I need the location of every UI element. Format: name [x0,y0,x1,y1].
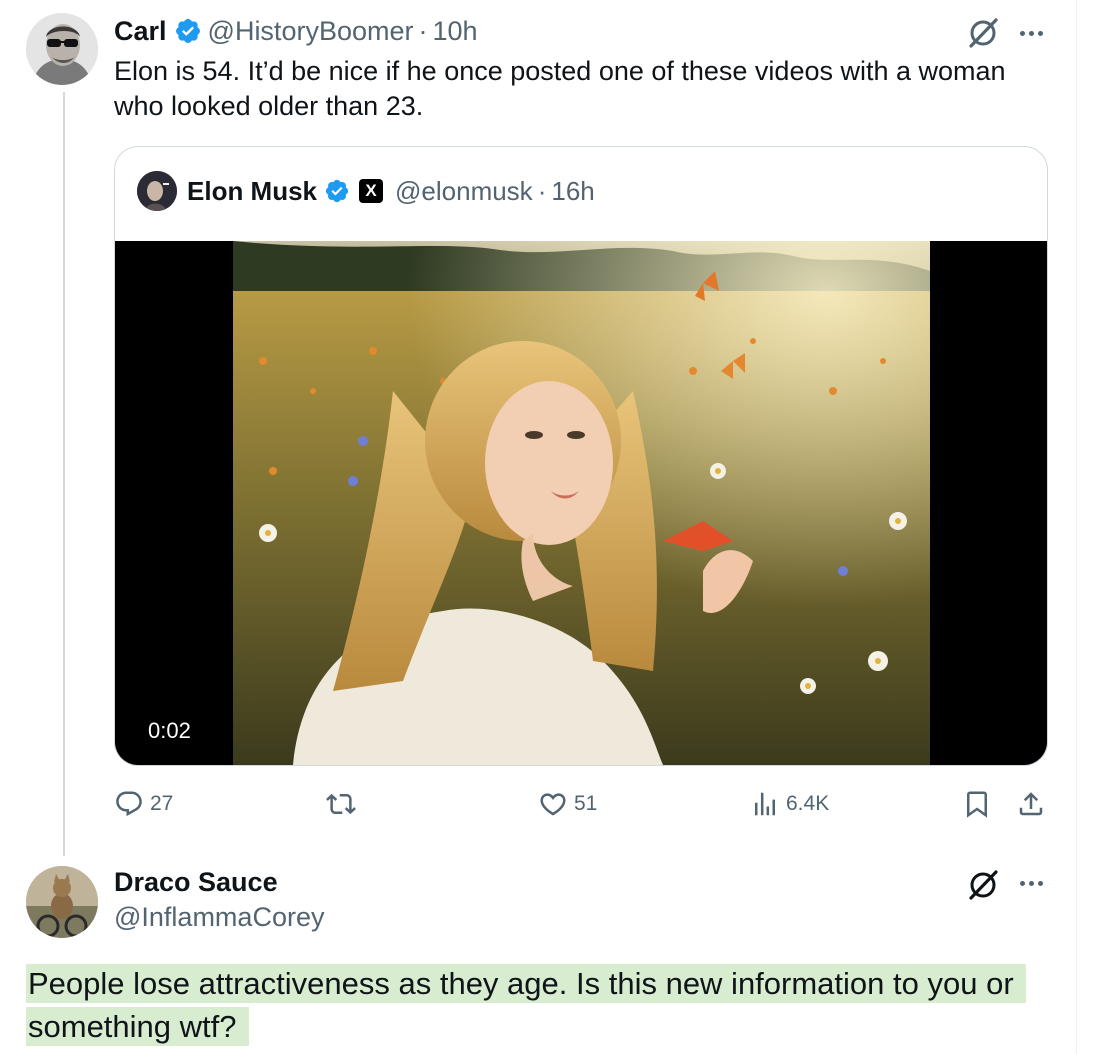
author-handle[interactable]: @HistoryBoomer [208,16,414,47]
video-player[interactable]: 0:02 [115,241,1047,765]
author-name[interactable]: Carl [114,16,167,47]
more-icon[interactable] [1014,16,1048,50]
quoted-author-name[interactable]: Elon Musk [187,176,317,207]
affiliate-x-badge[interactable]: X [359,179,384,203]
separator-dot: · [537,175,547,206]
thread-connector-line [63,92,65,856]
like-icon [540,793,566,816]
repost-button[interactable] [326,786,362,822]
reply-icon [116,791,142,817]
quoted-author-handle[interactable]: @elonmusk [395,176,533,207]
verified-badge-icon[interactable] [324,178,350,204]
tweet-text: Elon is 54. It’d be nice if he once post… [114,56,1006,121]
video-timestamp: 0:02 [137,713,202,749]
repost-icon [326,793,356,815]
reply-text: People lose attractiveness as they age. … [26,962,1046,1048]
quoted-tweet-header: Elon Musk X @elonmusk · 16h [137,171,595,211]
column-border [1076,0,1077,1054]
video-thumbnail [233,241,930,765]
bookmark-icon [967,791,987,818]
like-count: 51 [574,792,598,815]
quoted-tweet-card[interactable]: Elon Musk X @elonmusk · 16h 0:02 [114,146,1048,766]
avatar-elon[interactable] [137,171,177,211]
reply-author-name[interactable]: Draco Sauce [114,867,278,898]
grok-icon[interactable] [966,16,1000,50]
quoted-tweet-time[interactable]: 16h [551,176,594,207]
share-button[interactable] [1016,786,1046,822]
views-count: 6.4K [786,792,830,815]
avatar-carl[interactable] [26,13,98,85]
grok-icon[interactable] [966,868,1000,902]
avatar-draco[interactable] [26,866,98,938]
reply-author-handle[interactable]: @InflammaCorey [114,902,324,933]
more-icon[interactable] [1014,866,1048,900]
views-icon [755,792,775,816]
action-bar: 27 51 6.4K [114,786,1052,822]
tweet-header: Carl @HistoryBoomer · 10h [114,14,478,48]
reply-button[interactable]: 27 [114,786,173,822]
views-button[interactable]: 6.4K [750,786,829,822]
tweet-time[interactable]: 10h [433,16,478,47]
separator-dot: · [418,15,428,46]
verified-badge-icon[interactable] [174,17,202,45]
reply-count: 27 [150,792,174,815]
like-button[interactable]: 51 [538,786,597,822]
bookmark-button[interactable] [962,786,992,822]
reply-text-highlighted: People lose attractiveness as they age. … [26,964,1026,1046]
share-icon [1019,792,1043,816]
